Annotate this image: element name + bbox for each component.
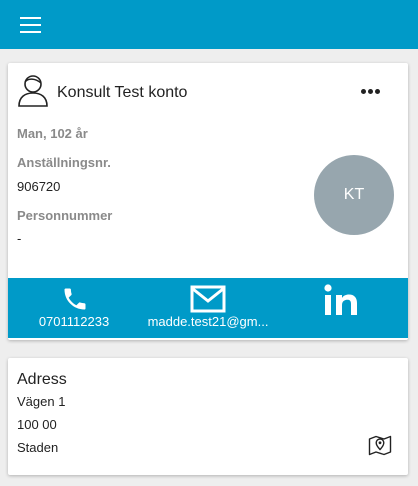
hamburger-menu-icon[interactable] bbox=[18, 14, 44, 36]
personal-number-value: - bbox=[17, 231, 22, 246]
gender-age-text: Man, 102 år bbox=[17, 126, 88, 141]
contact-bar: 0701112233 madde.test21@gm... bbox=[8, 278, 408, 338]
email-icon bbox=[190, 285, 226, 313]
avatar-initials: KT bbox=[343, 186, 365, 203]
email-address: madde.test21@gm... bbox=[147, 314, 269, 329]
address-postal-code: 100 00 bbox=[17, 417, 57, 432]
map-pin-icon[interactable] bbox=[368, 433, 392, 457]
more-horizontal-icon[interactable] bbox=[360, 89, 382, 97]
personal-number-label: Personnummer bbox=[17, 208, 113, 223]
employee-number-value: 906720 bbox=[17, 179, 61, 194]
address-city: Staden bbox=[17, 440, 59, 455]
profile-name: Konsult Test konto bbox=[57, 84, 188, 101]
email-button[interactable]: madde.test21@gm... bbox=[142, 278, 274, 338]
profile-card: Konsult Test konto Man, 102 år Anställni… bbox=[8, 63, 408, 340]
person-outline-icon bbox=[18, 75, 48, 107]
phone-number: 0701112233 bbox=[38, 314, 110, 329]
employee-number-label: Anställningsnr. bbox=[17, 155, 111, 170]
top-app-bar bbox=[0, 0, 418, 49]
linkedin-icon bbox=[324, 284, 357, 315]
linkedin-button[interactable] bbox=[308, 278, 374, 338]
address-card: Adress Vägen 1 100 00 Staden bbox=[8, 358, 408, 475]
phone-icon bbox=[64, 288, 86, 310]
avatar: KT bbox=[314, 155, 394, 235]
address-street: Vägen 1 bbox=[17, 394, 66, 409]
phone-button[interactable]: 0701112233 bbox=[21, 278, 127, 338]
address-title: Adress bbox=[17, 371, 67, 388]
